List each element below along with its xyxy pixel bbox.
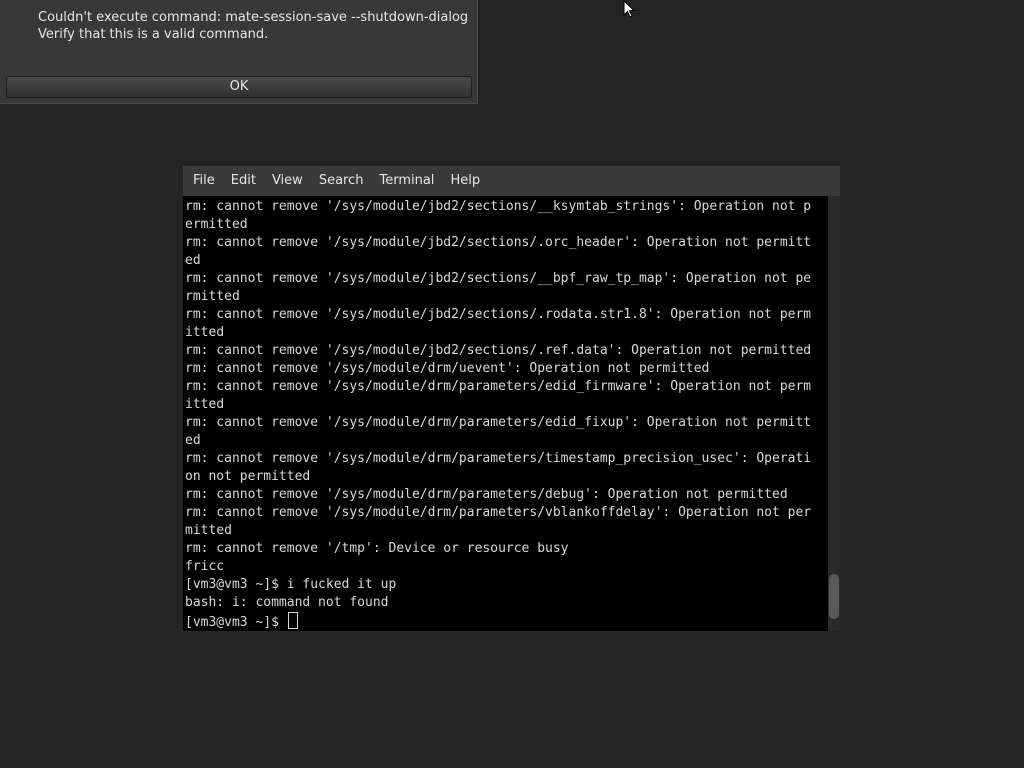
desktop: Couldn't execute command: mate-session-s…	[0, 0, 1024, 768]
terminal-line: rm: cannot remove '/sys/module/jbd2/sect…	[185, 271, 812, 286]
dialog-message: Couldn't execute command: mate-session-s…	[38, 9, 468, 43]
terminal-scrollbar[interactable]	[828, 196, 840, 631]
terminal-line: mitted	[185, 523, 232, 538]
menu-edit[interactable]: Edit	[225, 166, 262, 196]
terminal-line: rm: cannot remove '/sys/module/drm/param…	[185, 451, 812, 466]
terminal-line: rm: cannot remove '/sys/module/drm/param…	[185, 487, 788, 502]
terminal-menubar: File Edit View Search Terminal Help	[183, 166, 840, 196]
terminal-line: rmitted	[185, 289, 240, 304]
terminal-output[interactable]: rm: cannot remove '/sys/module/jbd2/sect…	[185, 198, 828, 630]
terminal-line: itted	[185, 397, 225, 412]
terminal-line: itted	[185, 325, 225, 340]
menu-help[interactable]: Help	[444, 166, 486, 196]
terminal-line: fricc	[185, 559, 225, 574]
terminal-line: rm: cannot remove '/sys/module/drm/param…	[185, 505, 812, 520]
terminal-line: rm: cannot remove '/sys/module/jbd2/sect…	[185, 307, 812, 322]
terminal-line: ermitted	[185, 217, 248, 232]
terminal-line: rm: cannot remove '/sys/module/drm/param…	[185, 415, 812, 430]
error-dialog: Couldn't execute command: mate-session-s…	[0, 0, 478, 104]
scrollbar-thumb[interactable]	[829, 574, 839, 619]
terminal-window: File Edit View Search Terminal Help rm: …	[183, 166, 840, 631]
mouse-pointer-icon	[623, 0, 635, 18]
terminal-prompt: [vm3@vm3 ~]$	[185, 615, 287, 630]
menu-file[interactable]: File	[187, 166, 221, 196]
text-cursor	[287, 612, 298, 629]
terminal-prompt-line[interactable]: [vm3@vm3 ~]$	[185, 612, 828, 630]
dialog-message-line: Couldn't execute command: mate-session-s…	[38, 10, 469, 25]
terminal-line: rm: cannot remove '/sys/module/jbd2/sect…	[185, 235, 812, 250]
terminal-line: rm: cannot remove '/sys/module/jbd2/sect…	[185, 343, 812, 358]
ok-button[interactable]: OK	[6, 76, 472, 98]
terminal-line: ed	[185, 253, 201, 268]
terminal-line: rm: cannot remove '/tmp': Device or reso…	[185, 541, 569, 556]
terminal-line: [vm3@vm3 ~]$ i fucked it up	[185, 577, 397, 592]
menu-search[interactable]: Search	[313, 166, 370, 196]
terminal-line: rm: cannot remove '/sys/module/jbd2/sect…	[185, 199, 812, 214]
terminal-line: on not permitted	[185, 469, 311, 484]
terminal-line: rm: cannot remove '/sys/module/drm/ueven…	[185, 361, 710, 376]
menu-terminal[interactable]: Terminal	[373, 166, 440, 196]
terminal-line: bash: i: command not found	[185, 595, 389, 610]
terminal-line: ed	[185, 433, 201, 448]
terminal-line: rm: cannot remove '/sys/module/drm/param…	[185, 379, 812, 394]
menu-view[interactable]: View	[266, 166, 309, 196]
dialog-message-line: Verify that this is a valid command.	[38, 27, 269, 42]
